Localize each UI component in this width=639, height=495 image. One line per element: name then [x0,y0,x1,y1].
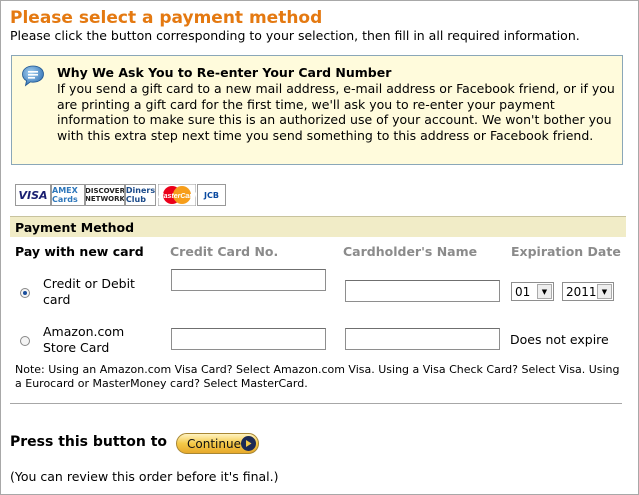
continue-button[interactable]: Continue [176,433,259,454]
exp-month-value: 01 [515,284,531,299]
amex-logo: AMEX Cards [51,184,85,206]
store-card-number-input[interactable] [171,328,326,350]
page-title: Please select a payment method [10,8,323,28]
col-credit-card-no: Credit Card No. [170,244,279,259]
payment-method-label: Payment Method [15,220,135,235]
card-selection-note: Note: Using an Amazon.com Visa Card? Sel… [15,363,620,390]
col-cardholder-name: Cardholder's Name [343,244,478,259]
col-pay-with-new-card: Pay with new card [15,244,144,259]
visa-logo: VISA [15,184,51,206]
continue-label: Continue [187,436,241,451]
credit-debit-radio[interactable] [20,288,30,298]
page-instructions: Please click the button corresponding to… [10,28,580,43]
cardholder-name-input[interactable] [345,280,500,302]
credit-debit-label: Credit or Debit card [43,276,135,307]
col-expiration-date: Expiration Date [511,244,621,259]
store-card-radio[interactable] [20,336,30,346]
does-not-expire-text: Does not expire [510,332,609,347]
diners-club-logo: Diners Club [125,184,156,206]
press-button-label: Press this button to [10,434,168,450]
chevron-down-icon: ▼ [537,284,552,299]
store-card-label: Amazon.com Store Card [43,324,125,355]
info-heading: Why We Ask You to Re-enter Your Card Num… [57,65,392,80]
mastercard-logo: MasterCard [158,184,196,206]
exp-month-select[interactable]: 01 ▼ [511,282,554,301]
arrow-right-icon [241,436,256,451]
chevron-down-icon: ▼ [597,284,612,299]
review-note: (You can review this order before it's f… [10,469,279,484]
info-body: If you send a gift card to a new mail ad… [57,81,615,143]
exp-year-select[interactable]: 2011 ▼ [562,282,614,301]
jcb-logo: JCB [197,184,226,206]
divider [10,403,622,404]
info-box: Why We Ask You to Re-enter Your Card Num… [11,55,623,165]
svg-text:MasterCard: MasterCard [158,193,196,200]
payment-method-header: Payment Method [10,216,626,237]
credit-card-number-input[interactable] [171,269,326,291]
exp-year-value: 2011 [566,284,597,299]
store-cardholder-name-input[interactable] [345,328,500,350]
discover-logo: DISCOVER NETWORK [85,184,125,206]
speech-bubble-icon [21,64,45,88]
